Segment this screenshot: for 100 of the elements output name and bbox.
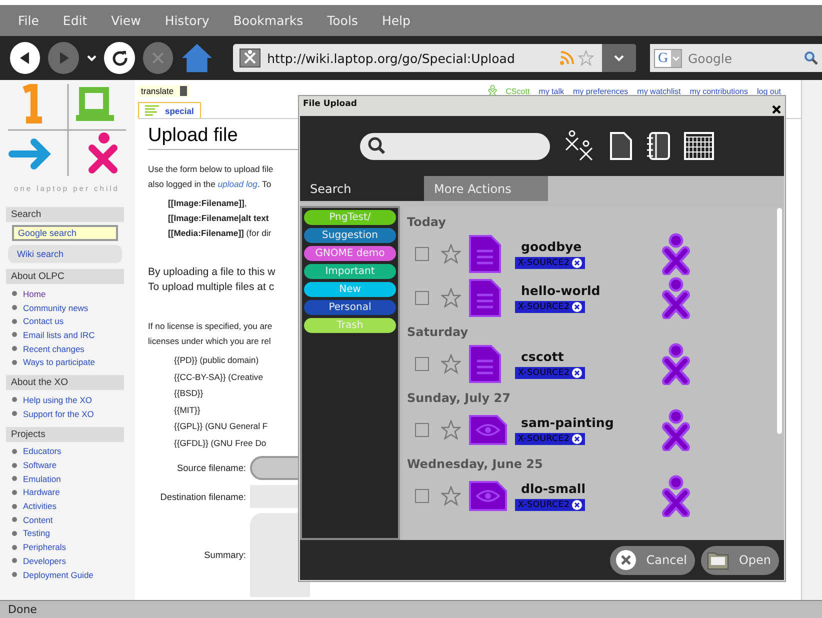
sidebar-link[interactable]: Deployment Guide (23, 570, 94, 580)
sidebar-link[interactable]: Content (23, 514, 53, 525)
user-menu-link[interactable]: my preferences (573, 86, 628, 96)
star-icon[interactable] (441, 420, 461, 440)
caret-icon (671, 50, 681, 66)
menu-item[interactable]: View (99, 13, 153, 28)
user-icon (488, 84, 497, 98)
remove-icon[interactable] (572, 258, 582, 268)
bullet-icon (12, 305, 17, 310)
upload-log-link[interactable]: upload log (218, 179, 258, 189)
calendar-icon[interactable] (684, 132, 714, 160)
wiki-search-button[interactable]: Wiki search (8, 245, 122, 263)
home-button[interactable] (181, 42, 214, 74)
caret-icon[interactable] (86, 54, 96, 62)
body-text: If no license is specified, you are (148, 320, 272, 333)
search-icon (368, 137, 386, 155)
cancel-button[interactable]: Cancel (610, 546, 695, 574)
menu-item[interactable]: Edit (50, 13, 100, 28)
syntax-example: [[Image:Filename|alt text (168, 212, 269, 225)
user-menu-link[interactable]: my contributions (690, 86, 748, 96)
user-menu-link[interactable]: my watchlist (637, 86, 681, 96)
sidebar-link[interactable]: Community news (23, 302, 88, 313)
tab[interactable]: Search (300, 176, 424, 201)
menu-item[interactable]: History (152, 13, 222, 28)
checkbox[interactable] (415, 489, 429, 503)
syntax-example: [[Media:Filename]] (for dir (168, 227, 272, 240)
page-tab[interactable]: special (138, 102, 201, 118)
license-item: {{BSD}} (174, 387, 204, 400)
remove-icon[interactable] (572, 500, 582, 510)
remove-icon[interactable] (572, 302, 582, 312)
sidebar-link[interactable]: Hardware (23, 487, 60, 498)
sidebar-link[interactable]: Developers (23, 556, 66, 566)
sidebar-link[interactable]: Email lists and IRC (23, 330, 95, 340)
sidebar-link[interactable]: Support for the XO (23, 408, 94, 419)
bullet-icon (12, 462, 17, 468)
checkbox[interactable] (415, 423, 429, 437)
remove-icon[interactable] (572, 434, 582, 444)
search-icon[interactable] (804, 51, 818, 65)
star-icon[interactable] (441, 288, 461, 308)
star-icon[interactable] (578, 50, 594, 66)
bullet-icon (12, 360, 17, 365)
lines-icon (145, 105, 159, 116)
entry-name[interactable]: hello-world (515, 283, 661, 298)
search-engine-button[interactable]: G (654, 48, 682, 68)
translate-dropdown[interactable]: translate (138, 85, 190, 97)
caret-icon (614, 54, 624, 62)
reload-button[interactable] (104, 42, 135, 74)
sidebar-link[interactable]: Software (23, 460, 57, 470)
sidebar-link[interactable]: Testing (23, 528, 50, 538)
entry-name[interactable]: dlo-small (515, 481, 661, 496)
buddy-icon (661, 409, 691, 451)
sidebar-link[interactable]: Help using the XO (23, 394, 92, 405)
open-button[interactable]: Open (700, 546, 779, 574)
star-icon[interactable] (441, 354, 461, 374)
sidebar-link[interactable]: Recent changes (23, 344, 84, 354)
close-button[interactable] (772, 103, 781, 116)
menu-item[interactable]: Bookmarks (221, 13, 316, 28)
scrollbar-track[interactable] (801, 80, 822, 600)
source-tag: X-SOURCE2 (515, 499, 585, 511)
document-icon[interactable] (610, 132, 632, 160)
menu-item[interactable]: File (6, 13, 51, 28)
google-search-button[interactable]: Google search (12, 225, 118, 241)
license-item: {{GFDL}} (GNU Free Do (174, 436, 266, 450)
sidebar-link[interactable]: Home (23, 288, 46, 299)
sidebar-link[interactable]: Peripherals (23, 542, 66, 552)
dropdown-button[interactable] (602, 44, 636, 72)
date-heading: Wednesday, June 25 (407, 456, 544, 473)
notice-text: To upload multiple files at c (148, 280, 274, 295)
checkbox[interactable] (415, 291, 429, 305)
checkbox[interactable] (415, 247, 429, 261)
sidebar-link[interactable]: Ways to participate (23, 357, 95, 368)
search-field[interactable]: G Google (650, 44, 822, 72)
entry-name[interactable]: sam-painting (515, 415, 661, 430)
sidebar-link[interactable]: Educators (23, 446, 62, 456)
remove-icon[interactable] (572, 368, 582, 378)
star-icon[interactable] (441, 244, 461, 264)
body-text: Use the form below to upload file (148, 163, 274, 176)
sidebar-link[interactable]: Contact us (23, 316, 64, 326)
address-field[interactable]: http://wiki.laptop.org/go/Special:Upload (233, 44, 636, 72)
entry-name[interactable]: cscott (515, 349, 661, 364)
star-icon[interactable] (441, 486, 461, 506)
checkbox[interactable] (415, 357, 429, 371)
sidebar-link[interactable]: Emulation (23, 474, 61, 484)
search-field[interactable] (360, 132, 550, 160)
sidebar-link[interactable]: Activities (23, 501, 57, 512)
tab[interactable]: More Actions (424, 176, 548, 201)
bullet-icon (12, 517, 17, 522)
notebook-icon[interactable] (646, 132, 670, 160)
user-menu-link[interactable]: my talk (538, 86, 564, 96)
tag[interactable]: Suggestion (304, 228, 396, 243)
date-heading: Saturday (407, 324, 470, 341)
section-heading: Search (6, 207, 124, 222)
back-button[interactable] (10, 42, 40, 74)
reload-icon (110, 49, 129, 67)
menu-item[interactable]: Help (370, 13, 422, 28)
menu-item[interactable]: Tools (315, 13, 370, 28)
entry-name[interactable]: goodbye (515, 239, 661, 254)
form-label: Destination filename: (159, 492, 246, 502)
scrollbar[interactable] (777, 208, 782, 434)
tag[interactable]: Personal (304, 300, 396, 315)
